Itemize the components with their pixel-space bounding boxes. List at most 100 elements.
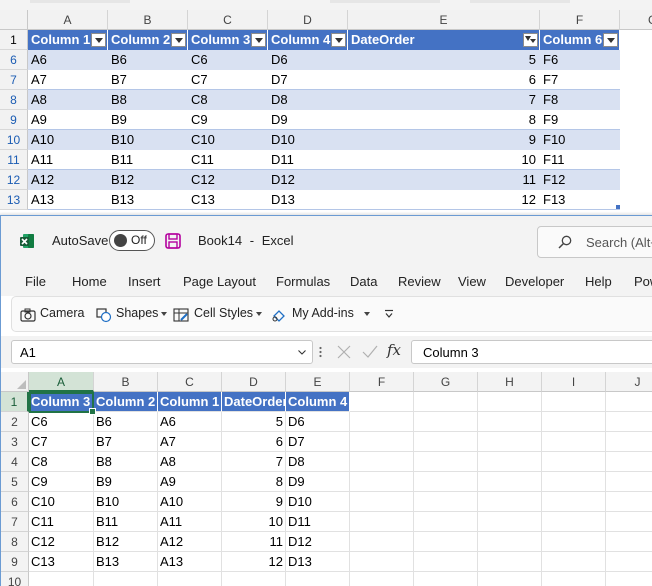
table-header-cell[interactable]: Column 4 — [286, 392, 350, 412]
bg-row-header[interactable]: 9 — [0, 110, 28, 130]
more-options-icon[interactable] — [319, 345, 322, 359]
grid-cell[interactable]: 10 — [222, 512, 286, 532]
row-header-8[interactable]: 8 — [1, 532, 29, 552]
grid-cell[interactable] — [350, 392, 414, 412]
grid-cell[interactable]: 9 — [222, 492, 286, 512]
table-resize-handle[interactable] — [616, 205, 620, 209]
grid-cell[interactable]: A7 — [158, 432, 222, 452]
grid-cell[interactable]: A6 — [158, 412, 222, 432]
select-all-corner[interactable] — [1, 372, 29, 392]
grid-cell[interactable] — [606, 532, 652, 552]
grid-cell[interactable] — [478, 572, 542, 586]
grid-cell[interactable] — [29, 572, 94, 586]
table-header-cell[interactable]: DateOrder — [222, 392, 286, 412]
bg-table-cell[interactable]: D9 — [268, 110, 348, 130]
filter-dropdown-icon[interactable] — [91, 33, 106, 47]
grid-cell[interactable] — [478, 452, 542, 472]
camera-button[interactable]: Camera — [40, 306, 84, 320]
bg-table-cell[interactable]: F7 — [540, 70, 620, 90]
my-addins-button[interactable]: My Add-ins — [292, 306, 370, 320]
bg-table-cell[interactable]: C7 — [188, 70, 268, 90]
bg-table-cell[interactable]: D13 — [268, 190, 348, 210]
bg-table-cell[interactable]: 12 — [348, 190, 540, 210]
grid-cell[interactable]: 12 — [222, 552, 286, 572]
grid-cell[interactable]: C12 — [29, 532, 94, 552]
row-header-7[interactable]: 7 — [1, 512, 29, 532]
table-header-cell[interactable]: Column 3 — [29, 392, 94, 412]
name-box[interactable]: A1 — [11, 340, 313, 364]
bg-table-cell[interactable]: A8 — [28, 90, 108, 110]
filter-dropdown-icon[interactable] — [331, 33, 346, 47]
grid-cell[interactable] — [414, 452, 478, 472]
grid-cell[interactable] — [158, 572, 222, 586]
grid-cell[interactable]: D13 — [286, 552, 350, 572]
tab-home[interactable]: Home — [72, 274, 107, 289]
bg-table-cell[interactable]: 5 — [348, 50, 540, 70]
bg-table-cell[interactable]: F10 — [540, 130, 620, 150]
grid-cell[interactable] — [542, 432, 606, 452]
column-header-d[interactable]: D — [222, 372, 286, 392]
bg-table-cell[interactable]: 11 — [348, 170, 540, 190]
grid-cell[interactable] — [414, 532, 478, 552]
bg-table-cell[interactable]: D11 — [268, 150, 348, 170]
bg-table-cell[interactable]: A11 — [28, 150, 108, 170]
bg-row-header[interactable]: 10 — [0, 130, 28, 150]
bg-table-cell[interactable]: C6 — [188, 50, 268, 70]
bg-table-cell[interactable]: D12 — [268, 170, 348, 190]
bg-col-header-f[interactable]: F — [540, 10, 620, 30]
grid-cell[interactable]: D12 — [286, 532, 350, 552]
row-header-2[interactable]: 2 — [1, 412, 29, 432]
grid-cell[interactable] — [94, 572, 158, 586]
grid-cell[interactable]: C11 — [29, 512, 94, 532]
bg-table-cell[interactable]: F13 — [540, 190, 620, 210]
grid-cell[interactable] — [350, 572, 414, 586]
bg-table-cell[interactable]: B11 — [108, 150, 188, 170]
grid-cell[interactable]: C13 — [29, 552, 94, 572]
bg-table-cell[interactable]: B13 — [108, 190, 188, 210]
column-header-c[interactable]: C — [158, 372, 222, 392]
grid-cell[interactable] — [414, 472, 478, 492]
bg-table-cell[interactable]: A7 — [28, 70, 108, 90]
bg-table-cell[interactable]: C11 — [188, 150, 268, 170]
bg-table-cell[interactable]: A10 — [28, 130, 108, 150]
tab-formulas[interactable]: Formulas — [276, 274, 330, 289]
grid-cell[interactable]: 7 — [222, 452, 286, 472]
formula-input[interactable]: Column 3 — [411, 340, 652, 364]
grid-cell[interactable]: C6 — [29, 412, 94, 432]
bg-table-cell[interactable]: D7 — [268, 70, 348, 90]
grid-cell[interactable] — [222, 572, 286, 586]
grid-cell[interactable] — [606, 432, 652, 452]
bg-table-header-cell[interactable]: DateOrder — [348, 30, 540, 50]
bg-table-cell[interactable]: F6 — [540, 50, 620, 70]
column-header-j[interactable]: J — [606, 372, 652, 392]
bg-table-cell[interactable]: C13 — [188, 190, 268, 210]
grid-cell[interactable] — [606, 492, 652, 512]
grid-cell[interactable]: C7 — [29, 432, 94, 452]
grid-cell[interactable]: D8 — [286, 452, 350, 472]
grid-cell[interactable] — [606, 412, 652, 432]
grid-cell[interactable]: B12 — [94, 532, 158, 552]
grid-cell[interactable] — [606, 512, 652, 532]
bg-table-cell[interactable]: 8 — [348, 110, 540, 130]
grid-cell[interactable]: A12 — [158, 532, 222, 552]
bg-col-header-d[interactable]: D — [268, 10, 348, 30]
grid-cell[interactable] — [414, 392, 478, 412]
grid-cell[interactable] — [606, 552, 652, 572]
grid-cell[interactable] — [606, 452, 652, 472]
grid-cell[interactable]: A13 — [158, 552, 222, 572]
enter-check-icon[interactable] — [362, 345, 378, 359]
bg-table-cell[interactable]: 9 — [348, 130, 540, 150]
tab-review[interactable]: Review — [398, 274, 441, 289]
column-header-a[interactable]: A — [29, 372, 94, 392]
grid-cell[interactable]: D9 — [286, 472, 350, 492]
grid-cell[interactable] — [542, 492, 606, 512]
grid-cell[interactable] — [286, 572, 350, 586]
bg-row-header[interactable]: 8 — [0, 90, 28, 110]
bg-col-header-a[interactable]: A — [28, 10, 108, 30]
grid-cell[interactable] — [414, 552, 478, 572]
grid-cell[interactable] — [414, 572, 478, 586]
grid-cell[interactable]: C10 — [29, 492, 94, 512]
row-header-1[interactable]: 1 — [1, 392, 29, 412]
bg-table-cell[interactable]: D10 — [268, 130, 348, 150]
grid-cell[interactable] — [542, 572, 606, 586]
